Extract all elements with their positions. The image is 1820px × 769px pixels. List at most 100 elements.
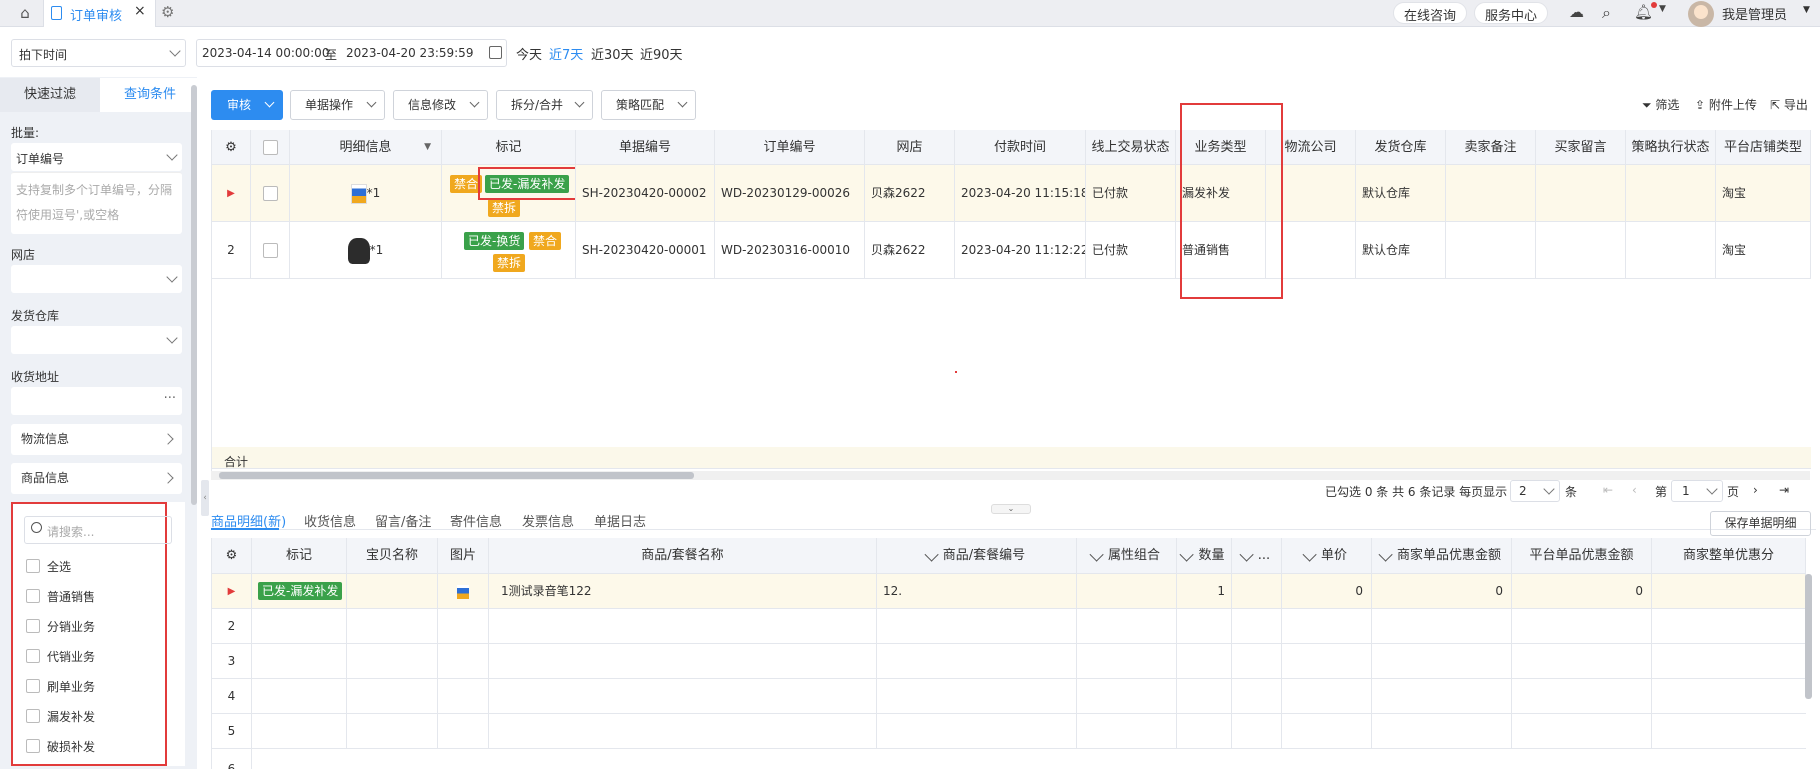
product-thumbnail[interactable] <box>350 183 367 204</box>
detail-cell[interactable]: *1 <box>290 222 442 278</box>
panel-splitter-handle[interactable]: ⌄ <box>991 504 1031 514</box>
logistics-info-menu[interactable]: 物流信息 <box>11 424 182 455</box>
quick-today[interactable]: 今天 <box>516 44 542 63</box>
checkbox[interactable] <box>26 589 40 603</box>
checkbox[interactable] <box>26 559 40 573</box>
row-checkbox-cell[interactable] <box>251 222 290 278</box>
search-input[interactable]: 请搜索... <box>24 516 172 544</box>
col-warehouse[interactable]: 发货仓库 <box>1356 130 1446 164</box>
product-thumbnail[interactable] <box>347 237 370 264</box>
product-thumbnail[interactable] <box>457 584 469 599</box>
first-page-icon[interactable]: ⇤ <box>1603 483 1613 497</box>
time-field-select[interactable]: 拍下时间 <box>11 39 186 67</box>
user-name[interactable]: 我是管理员 <box>1722 4 1787 23</box>
image-cell[interactable] <box>438 574 489 608</box>
horizontal-scrollbar[interactable] <box>211 471 1810 480</box>
doc-ops-button[interactable]: 单据操作 <box>290 90 385 120</box>
address-input[interactable]: ··· <box>11 387 182 415</box>
attributes-cell[interactable] <box>1077 574 1177 608</box>
col-unit-price[interactable]: 单价 <box>1282 538 1372 573</box>
checkbox[interactable] <box>26 739 40 753</box>
product-code-cell[interactable]: 12. <box>877 574 1077 608</box>
col-bill-no[interactable]: 单据编号 <box>576 130 715 164</box>
table-row[interactable]: ▶ 已发-漏发补发 1测试录音笔122 12. 1 0 0 0 <box>212 574 1806 609</box>
table-row[interactable]: ▶ *1 禁合 已发-漏发补发 禁拆 SH-20230420-00002 WD-… <box>212 165 1811 222</box>
col-paytime[interactable]: 付款时间 <box>955 130 1086 164</box>
col-shop[interactable]: 网店 <box>865 130 955 164</box>
table-row[interactable]: 6 <box>212 749 1806 769</box>
tab-messages-notes[interactable]: 留言/备注 <box>375 511 431 530</box>
sidebar-scrollbar[interactable] <box>191 85 197 505</box>
tab-invoice-info[interactable]: 发票信息 <box>522 511 574 530</box>
col-item-name[interactable]: 宝贝名称 <box>347 538 438 573</box>
vertical-scrollbar[interactable] <box>1805 574 1812 699</box>
table-row[interactable]: 2 *1 已发-换货 禁合 禁拆 SH-20230420-00001 WD-20… <box>212 222 1811 279</box>
checkbox[interactable] <box>26 619 40 633</box>
quick-30days[interactable]: 近30天 <box>591 44 634 63</box>
col-buyer-msg[interactable]: 买家留言 <box>1536 130 1626 164</box>
col-merchant-discount[interactable]: 商家单品优惠金额 <box>1372 538 1512 573</box>
info-modify-button[interactable]: 信息修改 <box>393 90 488 120</box>
table-row[interactable]: 2 <box>212 609 1806 644</box>
merchant-discount-cell[interactable]: 0 <box>1372 574 1512 608</box>
table-row[interactable]: 5 <box>212 714 1806 749</box>
col-mark[interactable]: 标记 <box>442 130 576 164</box>
col-trade-status[interactable]: 线上交易状态 <box>1086 130 1176 164</box>
col-product-code[interactable]: 商品/套餐编号 <box>877 538 1077 573</box>
page-number-select[interactable]: 1 <box>1671 480 1723 502</box>
col-platform-type[interactable]: 平台店铺类型 <box>1716 130 1811 164</box>
warehouse-select[interactable] <box>11 326 182 354</box>
checkbox[interactable] <box>26 709 40 723</box>
user-menu-chevron-icon[interactable]: ▼ <box>1803 5 1810 15</box>
split-merge-button[interactable]: 拆分/合并 <box>496 90 593 120</box>
cloud-download-icon[interactable]: ☁ <box>1569 3 1584 21</box>
search-icon[interactable]: ⌕ <box>1602 3 1611 23</box>
more-icon[interactable]: ··· <box>164 391 176 406</box>
last-page-icon[interactable]: ⇥ <box>1779 483 1789 497</box>
unit-price-cell[interactable]: 0 <box>1282 574 1372 608</box>
tab-query-conditions[interactable]: 查询条件 <box>100 78 200 112</box>
col-seller-note[interactable]: 卖家备注 <box>1446 130 1536 164</box>
select-all-checkbox[interactable] <box>262 140 278 155</box>
close-icon[interactable]: × <box>134 3 146 19</box>
tab-quick-filter[interactable]: 快速过滤 <box>0 78 100 112</box>
avatar[interactable] <box>1688 1 1714 27</box>
col-merchant-order-discount[interactable]: 商家整单优惠分 <box>1652 538 1806 573</box>
scrollbar-thumb[interactable] <box>219 472 694 479</box>
col-platform-discount[interactable]: 平台单品优惠金额 <box>1512 538 1652 573</box>
next-page-icon[interactable]: › <box>1753 483 1758 497</box>
service-center-button[interactable]: 服务中心 <box>1474 2 1549 24</box>
collapse-sidebar-handle[interactable]: ‹ <box>201 480 209 516</box>
date-range-picker[interactable]: 2023-04-14 00:00:00 至 2023-04-20 23:59:5… <box>196 39 507 67</box>
header-checkbox-cell[interactable] <box>251 130 290 164</box>
shop-select[interactable] <box>11 265 182 293</box>
col-detail[interactable]: 明细信息 ▼ <box>290 130 442 164</box>
col-product-name[interactable]: 商品/套餐名称 <box>489 538 877 573</box>
detail-cell[interactable]: *1 <box>290 165 442 221</box>
chevron-down-icon[interactable]: ▼ <box>1659 4 1666 14</box>
quick-90days[interactable]: 近90天 <box>640 44 683 63</box>
column-settings-icon[interactable]: ⚙ <box>212 130 251 164</box>
row-checkbox[interactable] <box>262 186 278 201</box>
col-strategy-status[interactable]: 策略执行状态 <box>1626 130 1716 164</box>
page-size-select[interactable]: 2 <box>1510 480 1560 502</box>
batch-order-textarea[interactable]: 支持复制多个订单编号，分隔 符使用逗号',或空格 <box>11 172 182 234</box>
prev-page-icon[interactable]: ‹ <box>1632 483 1637 497</box>
save-detail-button[interactable]: 保存单据明细 <box>1710 511 1811 536</box>
truncated-cell[interactable] <box>1232 574 1282 608</box>
row-checkbox-cell[interactable] <box>251 165 290 221</box>
col-image[interactable]: 图片 <box>438 538 489 573</box>
column-settings-icon[interactable]: ⚙ <box>212 538 252 573</box>
col-attributes[interactable]: 属性组合 <box>1077 538 1177 573</box>
audit-button[interactable]: 审核 <box>211 90 283 120</box>
quantity-cell[interactable]: 1 <box>1177 574 1232 608</box>
strategy-match-button[interactable]: 策略匹配 <box>601 90 696 120</box>
table-row[interactable]: 4 <box>212 679 1806 714</box>
col-quantity[interactable]: 数量 <box>1177 538 1232 573</box>
row-checkbox[interactable] <box>262 243 278 258</box>
order-type-select[interactable]: 订单编号 <box>11 143 182 171</box>
goods-info-menu[interactable]: 商品信息 <box>11 463 182 494</box>
tab-receiver-info[interactable]: 收货信息 <box>304 511 356 530</box>
settings-icon[interactable]: ⚙ <box>161 3 174 21</box>
col-order-no[interactable]: 订单编号 <box>715 130 865 164</box>
